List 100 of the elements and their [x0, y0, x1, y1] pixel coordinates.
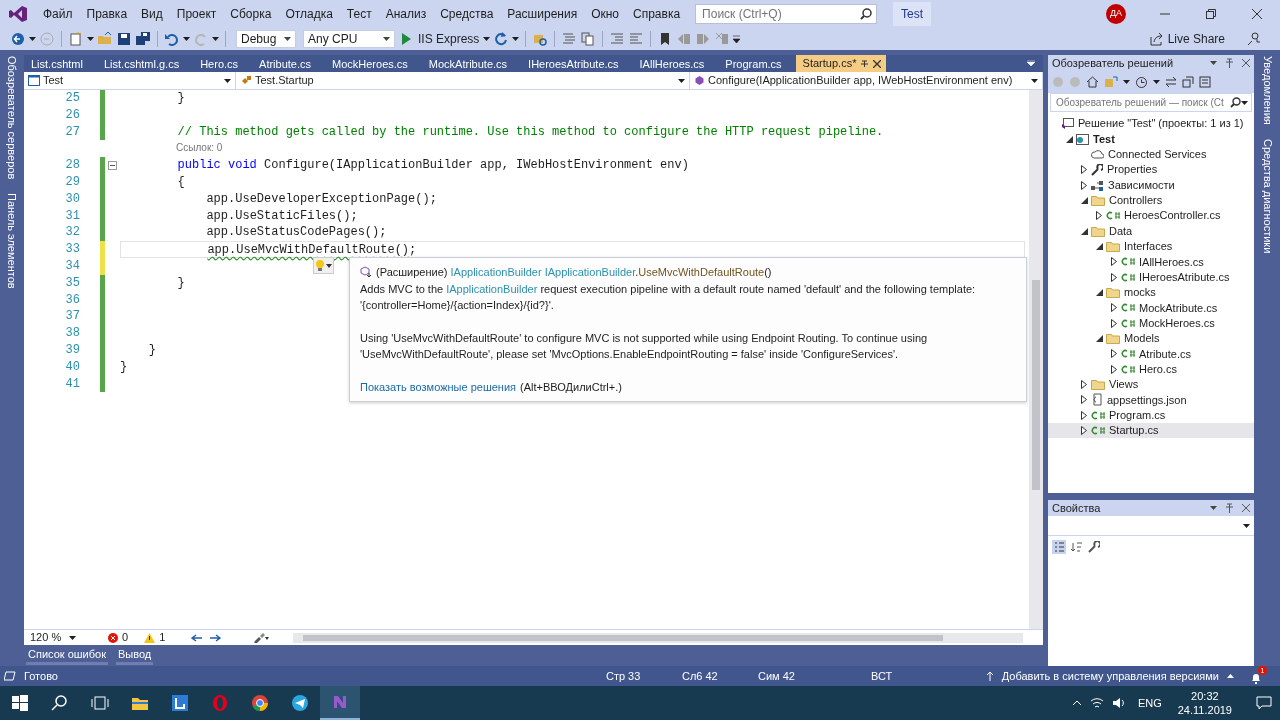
- project-dropdown[interactable]: Test: [24, 72, 236, 89]
- collapsed-arrow-icon[interactable]: [1111, 349, 1117, 359]
- member-dropdown[interactable]: Configure(IApplicationBuilder app, IWebHostEnvironment env): [690, 72, 1043, 89]
- open-folder-icon[interactable]: [97, 31, 113, 47]
- tree-item[interactable]: Program.cs: [1048, 407, 1254, 423]
- expanded-arrow-icon[interactable]: [1065, 135, 1073, 143]
- tree-item[interactable]: Hero.cs: [1048, 361, 1254, 377]
- expanded-arrow-icon[interactable]: [1080, 196, 1088, 204]
- wrench-icon[interactable]: [1088, 541, 1100, 553]
- caret-icon[interactable]: [678, 78, 685, 83]
- side-tab[interactable]: Панель элементов: [3, 193, 21, 289]
- menu-item[interactable]: Анализ: [378, 5, 434, 23]
- chevron-icon[interactable]: [1071, 700, 1082, 706]
- caret-icon[interactable]: [183, 37, 190, 41]
- menu-item[interactable]: Сборка: [223, 5, 279, 23]
- menu-item[interactable]: Окно: [584, 5, 627, 23]
- collapsed-arrow-icon[interactable]: [1096, 211, 1102, 221]
- caret-icon[interactable]: [1243, 523, 1250, 528]
- menu-item[interactable]: Файл: [36, 5, 80, 23]
- collapsed-arrow-icon[interactable]: [1111, 272, 1117, 282]
- tree-item[interactable]: Views: [1048, 376, 1254, 393]
- tree-item[interactable]: HeroesController.cs: [1048, 208, 1254, 224]
- next-icon[interactable]: [210, 633, 222, 642]
- tree-item[interactable]: Controllers: [1048, 192, 1254, 209]
- undo-icon[interactable]: [164, 31, 180, 47]
- tree-item[interactable]: Test: [1048, 131, 1254, 147]
- expanded-arrow-icon[interactable]: [1095, 242, 1103, 250]
- overflow-icon[interactable]: [733, 35, 741, 43]
- caret-icon[interactable]: [1031, 78, 1038, 83]
- tree-item[interactable]: mocks: [1048, 284, 1254, 301]
- copy-icon[interactable]: [580, 31, 597, 47]
- side-tab[interactable]: Уведомления: [1259, 56, 1277, 125]
- menu-item[interactable]: Тест: [339, 5, 379, 23]
- collapsed-arrow-icon[interactable]: [1111, 303, 1117, 313]
- properties-icon[interactable]: [1199, 76, 1211, 88]
- swap-icon[interactable]: [1165, 76, 1177, 88]
- caret-icon[interactable]: [224, 78, 231, 83]
- caret-icon[interactable]: [1210, 506, 1217, 510]
- zoom-dropdown[interactable]: 120 %: [30, 629, 84, 646]
- menu-item[interactable]: Справка: [626, 5, 688, 23]
- collapsed-arrow-icon[interactable]: [1111, 257, 1117, 267]
- menu-item[interactable]: Расширения: [500, 5, 585, 23]
- menu-item[interactable]: Средства: [433, 5, 501, 23]
- collapsed-arrow-icon[interactable]: [1081, 380, 1087, 389]
- tree-item[interactable]: IHeroesAtribute.cs: [1048, 269, 1254, 285]
- vertical-scrollbar[interactable]: [1029, 90, 1043, 629]
- class-dropdown[interactable]: Test.Startup: [236, 72, 690, 89]
- caret-icon[interactable]: [69, 635, 77, 640]
- tree-item[interactable]: MockAtribute.cs: [1048, 300, 1254, 316]
- collapse-all-icon[interactable]: [1182, 76, 1194, 88]
- network-icon[interactable]: [1089, 697, 1104, 709]
- close-icon[interactable]: [1242, 504, 1250, 512]
- volume-icon[interactable]: [1111, 697, 1126, 709]
- reference-count[interactable]: Ссылок: 0: [176, 140, 223, 158]
- save-icon[interactable]: [116, 31, 132, 47]
- side-tab[interactable]: Средства диагностики: [1259, 138, 1277, 254]
- save-all-icon[interactable]: [135, 31, 151, 47]
- tree-item[interactable]: Models: [1048, 330, 1254, 347]
- expanded-arrow-icon[interactable]: [1095, 288, 1103, 296]
- tree-item[interactable]: MockHeroes.cs: [1048, 315, 1254, 331]
- collapsed-arrow-icon[interactable]: [1111, 364, 1117, 374]
- search-box[interactable]: Обозреватель решений — поиск (Ct: [1050, 93, 1252, 112]
- collapsed-arrow-icon[interactable]: [1111, 318, 1117, 328]
- collapsed-arrow-icon[interactable]: [1081, 165, 1087, 175]
- tree-item[interactable]: Interfaces: [1048, 238, 1254, 255]
- brush-icon[interactable]: [253, 632, 270, 643]
- tree-item[interactable]: Зависимости: [1048, 177, 1254, 193]
- tree-item[interactable]: Connected Services: [1048, 146, 1254, 163]
- collapsed-arrow-icon[interactable]: [1081, 410, 1087, 420]
- configuration-dropdown[interactable]: Debug: [236, 30, 296, 48]
- avatar[interactable]: ДА: [1106, 4, 1126, 24]
- search-icon[interactable]: [860, 8, 873, 20]
- platform-dropdown[interactable]: Any CPU: [303, 30, 395, 48]
- search-icon[interactable]: [1230, 97, 1241, 108]
- document-tab[interactable]: Startup.cs*: [795, 55, 887, 72]
- menu-item[interactable]: Правка: [79, 5, 135, 23]
- caret-icon[interactable]: [212, 37, 219, 41]
- scroll-thumb[interactable]: [303, 634, 944, 641]
- pin-icon[interactable]: [1225, 503, 1234, 513]
- collapse-icon[interactable]: [108, 161, 117, 171]
- side-tab[interactable]: Обозреватель серверов: [3, 56, 21, 180]
- tree-item[interactable]: IAllHeroes.cs: [1048, 254, 1254, 270]
- tree-item[interactable]: appsettings.json: [1048, 392, 1254, 408]
- source-control-button[interactable]: Добавить в систему управления версиями: [985, 667, 1234, 685]
- language-indicator[interactable]: ENG: [1137, 694, 1162, 712]
- warning-count[interactable]: 1: [144, 629, 166, 646]
- pin-icon[interactable]: [860, 59, 870, 68]
- tree-item[interactable]: Properties: [1048, 162, 1254, 178]
- error-count[interactable]: 0: [108, 629, 129, 646]
- caret-icon[interactable]: [1153, 80, 1160, 84]
- caret-icon[interactable]: [87, 37, 94, 41]
- caret-icon[interactable]: [483, 37, 491, 41]
- action-center-icon[interactable]: [1256, 696, 1272, 710]
- caret-icon[interactable]: [284, 37, 291, 41]
- caret-icon[interactable]: [1241, 100, 1248, 105]
- collapsed-arrow-icon[interactable]: [1081, 180, 1087, 190]
- back-icon[interactable]: [10, 31, 26, 47]
- alphabetical-icon[interactable]: [1071, 541, 1083, 553]
- categorized-icon[interactable]: [1052, 540, 1066, 554]
- pin-icon[interactable]: [1225, 58, 1234, 68]
